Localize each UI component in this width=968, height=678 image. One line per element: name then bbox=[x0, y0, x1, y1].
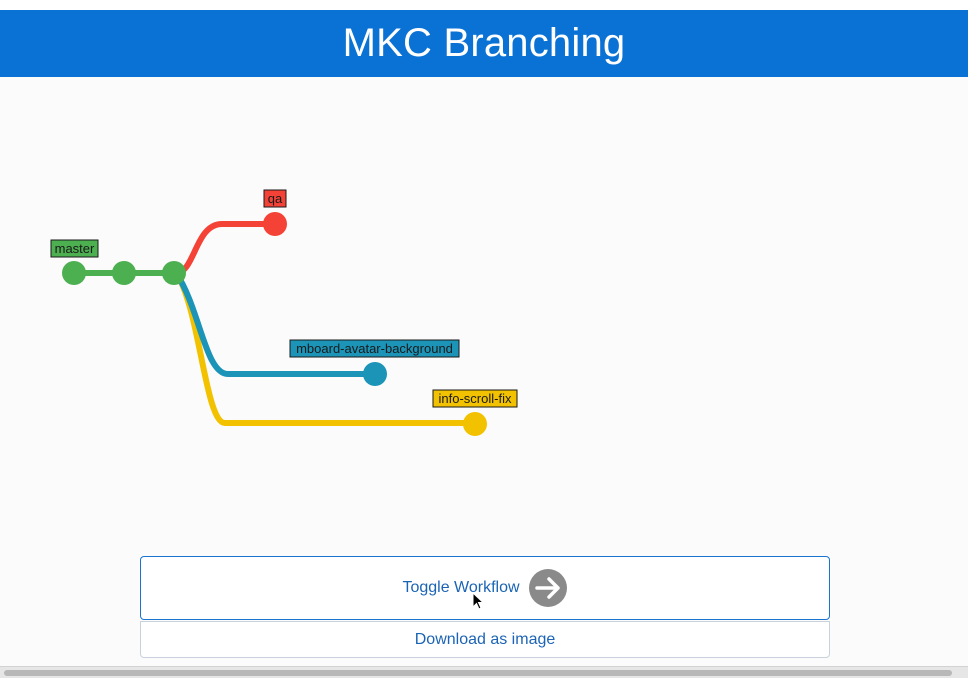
branch-tag-master-text: master bbox=[55, 241, 95, 256]
branch-tag-info-scroll-fix-text: info-scroll-fix bbox=[439, 391, 512, 406]
commit-qa-1[interactable] bbox=[263, 212, 287, 236]
toggle-workflow-button[interactable]: Toggle Workflow bbox=[140, 556, 830, 620]
toggle-workflow-label: Toggle Workflow bbox=[402, 579, 520, 596]
download-image-button[interactable]: Download as image bbox=[140, 621, 830, 658]
app-page: MKC Branching master qa mboard-avatar-ba… bbox=[0, 0, 968, 678]
commit-info-scroll-fix-1[interactable] bbox=[463, 412, 487, 436]
download-image-label: Download as image bbox=[414, 630, 556, 648]
commit-master-1[interactable] bbox=[62, 261, 86, 285]
scrollbar-thumb[interactable] bbox=[4, 670, 952, 676]
commit-master-2[interactable] bbox=[112, 261, 136, 285]
commit-master-3[interactable] bbox=[162, 261, 186, 285]
branch-graph: master qa mboard-avatar-background info-… bbox=[0, 78, 968, 538]
branch-tag-mboard-avatar-background-text: mboard-avatar-background bbox=[296, 341, 453, 356]
branch-tag-mboard-avatar-background: mboard-avatar-background bbox=[289, 339, 460, 358]
commit-mboard-avatar-background-1[interactable] bbox=[363, 362, 387, 386]
page-title: MKC Branching bbox=[342, 21, 626, 65]
branch-tag-qa: qa bbox=[263, 189, 287, 208]
branch-graph-canvas: master qa mboard-avatar-background info-… bbox=[50, 189, 518, 436]
branch-tag-info-scroll-fix: info-scroll-fix bbox=[432, 389, 518, 408]
top-strip bbox=[0, 0, 968, 10]
arrow-right-circle-icon bbox=[528, 568, 568, 608]
page-header: MKC Branching bbox=[0, 10, 968, 77]
branch-tag-qa-text: qa bbox=[268, 191, 283, 206]
horizontal-scrollbar[interactable] bbox=[0, 666, 968, 678]
mouse-pointer-icon bbox=[472, 592, 484, 610]
branch-line-qa bbox=[173, 221, 278, 276]
branch-line-mboard-avatar-background bbox=[173, 270, 378, 377]
branch-tag-master: master bbox=[50, 239, 99, 258]
